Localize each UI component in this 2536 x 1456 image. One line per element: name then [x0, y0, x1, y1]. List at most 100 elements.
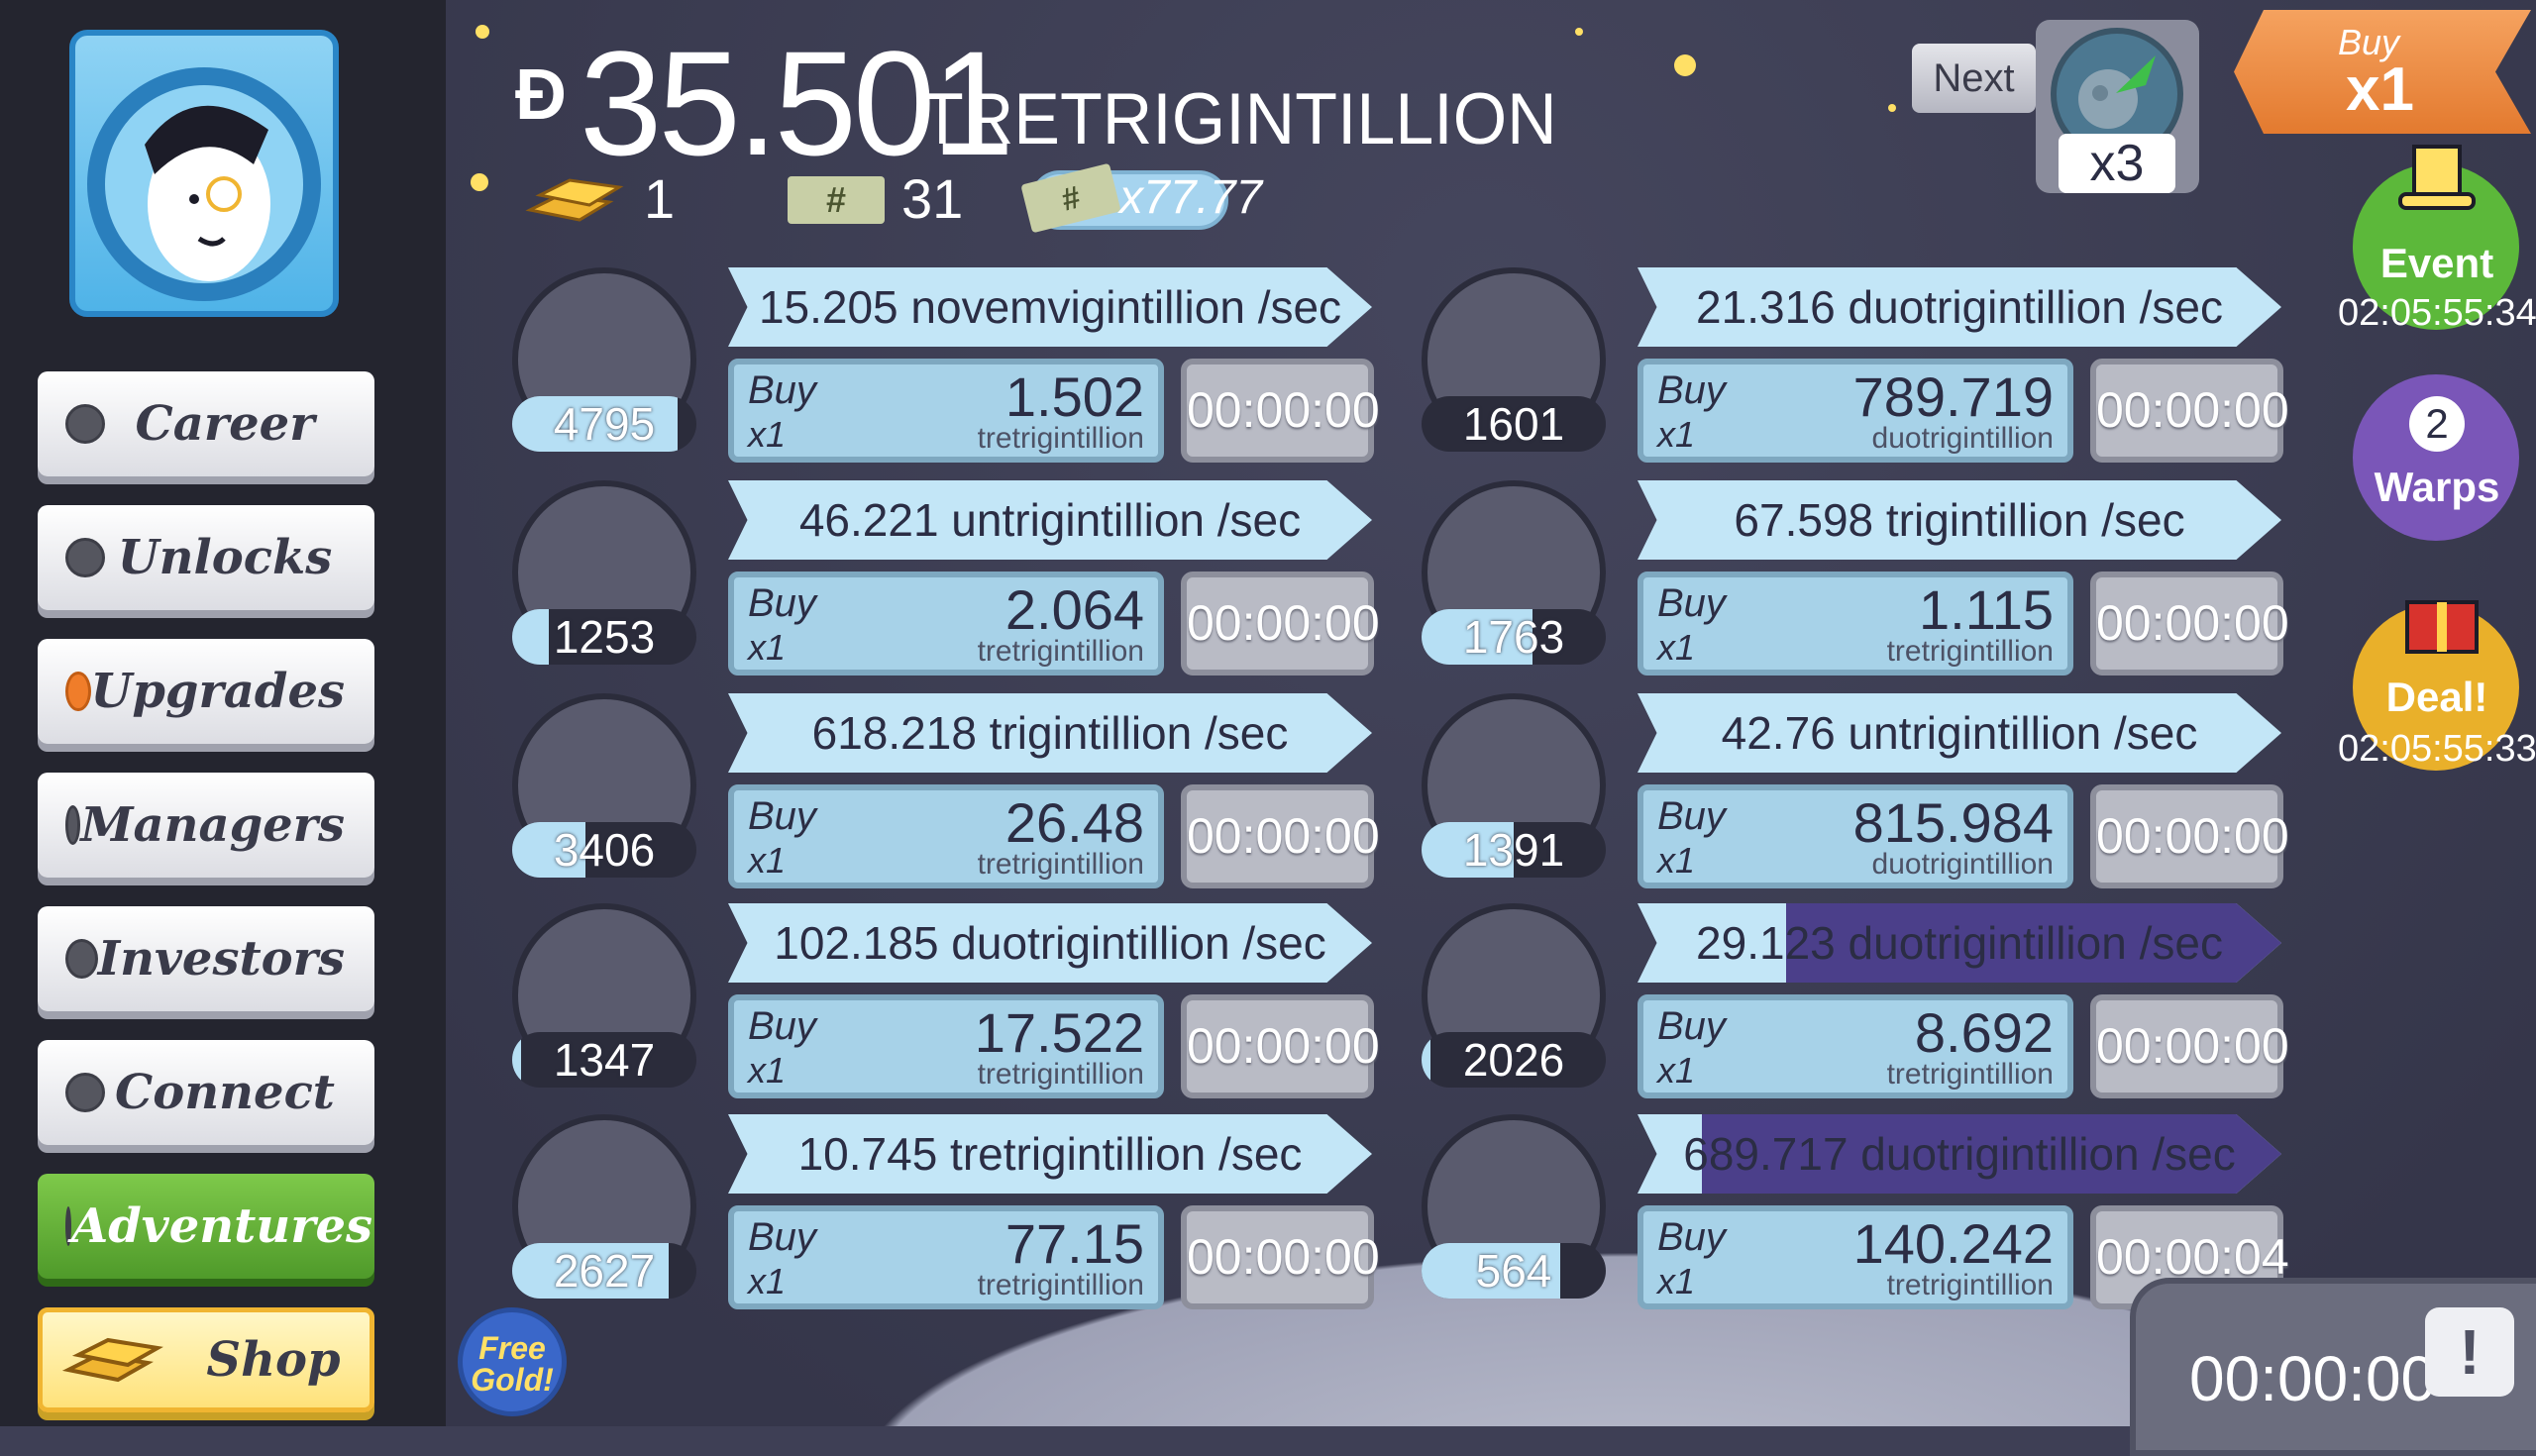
revenue-rate: 67.598 trigintillion /sec — [1734, 494, 2185, 546]
nav-label: Connect — [115, 1065, 335, 1120]
status-dot — [65, 1073, 105, 1112]
buy-quantity: x1 — [1657, 1261, 1696, 1301]
revenue-banner[interactable]: 42.76 untrigintillion /sec — [1638, 693, 2281, 773]
business-count-value: 2627 — [553, 1245, 656, 1297]
buy-label: Buy — [1657, 581, 1726, 625]
production-timer: 00:00:00 — [2090, 784, 2289, 888]
sidebar: Career Unlocks Upgrades Managers Investo… — [0, 0, 446, 1426]
buy-label: Buy — [748, 794, 816, 838]
star — [1674, 54, 1696, 76]
business-count: 4795 — [512, 396, 696, 452]
warps-label: Warps — [2374, 464, 2500, 510]
revenue-rate: 15.205 novemvigintillion /sec — [758, 281, 1342, 333]
gift-box-icon — [2405, 600, 2479, 654]
buy-business-button[interactable]: Buy x1 26.48 tretrigintillion — [728, 784, 1164, 888]
buy-business-button[interactable]: Buy x1 17.522 tretrigintillion — [728, 994, 1164, 1098]
buy-price: 2.064 — [1004, 578, 1144, 641]
nav-unlocks-button[interactable]: Unlocks — [38, 505, 374, 610]
business-count: 1347 — [512, 1032, 696, 1088]
business-count: 2026 — [1422, 1032, 1606, 1088]
business-count-value: 1391 — [1462, 824, 1565, 876]
buy-quantity: x1 — [1657, 840, 1696, 881]
gold-bars-icon — [525, 178, 624, 222]
revenue-banner[interactable]: 29.123 duotrigintillion /sec — [1638, 903, 2281, 983]
buy-price-unit: tretrigintillion — [977, 848, 1144, 881]
buy-quantity: x1 — [748, 414, 787, 455]
free-gold-button[interactable]: Free Gold! — [458, 1307, 567, 1416]
business-count-value: 3406 — [553, 824, 656, 876]
event-timer: 02:05:55:34 — [2338, 292, 2536, 334]
buy-price: 815.984 — [1852, 791, 2054, 854]
status-dot — [65, 805, 81, 845]
buy-business-button[interactable]: Buy x1 1.502 tretrigintillion — [728, 359, 1164, 463]
business-count-value: 1601 — [1462, 398, 1565, 450]
buy-quantity: x1 — [1657, 414, 1696, 455]
next-planet-button[interactable]: Next — [1912, 44, 2036, 113]
star — [471, 173, 488, 191]
business-count-value: 564 — [1475, 1245, 1552, 1297]
buy-business-button[interactable]: Buy x1 1.115 tretrigintillion — [1638, 572, 2073, 676]
business-count-value: 1763 — [1462, 611, 1565, 663]
buy-business-button[interactable]: Buy x1 8.692 tretrigintillion — [1638, 994, 2073, 1098]
nav-shop-button[interactable]: Shop — [38, 1307, 374, 1412]
nav-upgrades-button[interactable]: Upgrades — [38, 639, 374, 744]
buy-business-button[interactable]: Buy x1 815.984 duotrigintillion — [1638, 784, 2073, 888]
production-timer: 00:00:00 — [1181, 994, 1380, 1098]
event-label: Event — [2379, 240, 2494, 286]
revenue-rate: 10.745 tretrigintillion /sec — [797, 1128, 1303, 1180]
tv-icon: ! — [2425, 1307, 2514, 1397]
revenue-banner[interactable]: 689.717 duotrigintillion /sec — [1638, 1114, 2281, 1194]
buy-price-unit: tretrigintillion — [977, 635, 1144, 668]
deal-timer: 02:05:55:33 — [2338, 728, 2536, 770]
buy-price: 140.242 — [1852, 1212, 2054, 1275]
business-count: 1391 — [1422, 822, 1606, 878]
nav-career-button[interactable]: Career — [38, 371, 374, 476]
revenue-rate: 29.123 duotrigintillion /sec — [1696, 917, 2223, 969]
buy-price: 789.719 — [1852, 365, 2054, 428]
nav-label: Shop — [206, 1332, 341, 1388]
buy-price-unit: tretrigintillion — [977, 1269, 1144, 1301]
nav-adventures-button[interactable]: Adventures — [38, 1174, 374, 1279]
revenue-banner[interactable]: 67.598 trigintillion /sec — [1638, 480, 2281, 560]
revenue-banner[interactable]: 21.316 duotrigintillion /sec — [1638, 267, 2281, 347]
business-count: 2627 — [512, 1243, 696, 1299]
profit-multiplier: x77.77 — [1119, 171, 1263, 224]
revenue-banner[interactable]: 102.185 duotrigintillion /sec — [728, 903, 1372, 983]
revenue-banner[interactable]: 618.218 trigintillion /sec — [728, 693, 1372, 773]
buy-business-button[interactable]: Buy x1 77.15 tretrigintillion — [728, 1205, 1164, 1309]
next-multiplier: x3 — [2059, 134, 2175, 193]
production-timer: 00:00:00 — [1181, 359, 1380, 463]
revenue-banner[interactable]: 15.205 novemvigintillion /sec — [728, 267, 1372, 347]
revenue-banner[interactable]: 10.745 tretrigintillion /sec — [728, 1114, 1372, 1194]
buy-label: Buy — [748, 581, 816, 625]
megabucks-count: 31 — [901, 167, 964, 230]
production-timer: 00:00:00 — [2090, 572, 2289, 676]
buy-price-unit: tretrigintillion — [977, 422, 1144, 455]
star — [1888, 104, 1896, 112]
business-count: 1763 — [1422, 609, 1606, 665]
buy-business-button[interactable]: Buy x1 2.064 tretrigintillion — [728, 572, 1164, 676]
megabucks-icon: # — [788, 176, 885, 224]
buy-price-unit: tretrigintillion — [1886, 1058, 2054, 1091]
nav-managers-button[interactable]: Managers — [38, 773, 374, 878]
revenue-rate: 689.717 duotrigintillion /sec — [1683, 1128, 2236, 1180]
star — [1575, 28, 1583, 36]
production-timer: 00:00:00 — [1181, 1205, 1380, 1309]
player-avatar[interactable] — [69, 30, 339, 317]
nav-label: Adventures — [71, 1198, 373, 1254]
business-count-value: 4795 — [553, 398, 656, 450]
nav-investors-button[interactable]: Investors — [38, 906, 374, 1011]
nav-label: Investors — [97, 931, 345, 987]
revenue-banner[interactable]: 46.221 untrigintillion /sec — [728, 480, 1372, 560]
buy-business-button[interactable]: Buy x1 789.719 duotrigintillion — [1638, 359, 2073, 463]
buy-business-button[interactable]: Buy x1 140.242 tretrigintillion — [1638, 1205, 2073, 1309]
buy-price-unit: duotrigintillion — [1871, 422, 2054, 455]
revenue-rate: 618.218 trigintillion /sec — [811, 707, 1289, 759]
buy-quantity: x1 — [748, 627, 787, 668]
revenue-rate: 102.185 duotrigintillion /sec — [774, 917, 1326, 969]
revenue-rate: 46.221 untrigintillion /sec — [798, 494, 1302, 546]
nav-connect-button[interactable]: Connect — [38, 1040, 374, 1145]
buy-price-unit: tretrigintillion — [1886, 635, 2054, 668]
money-unit: TRETRIGINTILLION — [921, 78, 1557, 159]
gold-count: 1 — [644, 167, 676, 230]
